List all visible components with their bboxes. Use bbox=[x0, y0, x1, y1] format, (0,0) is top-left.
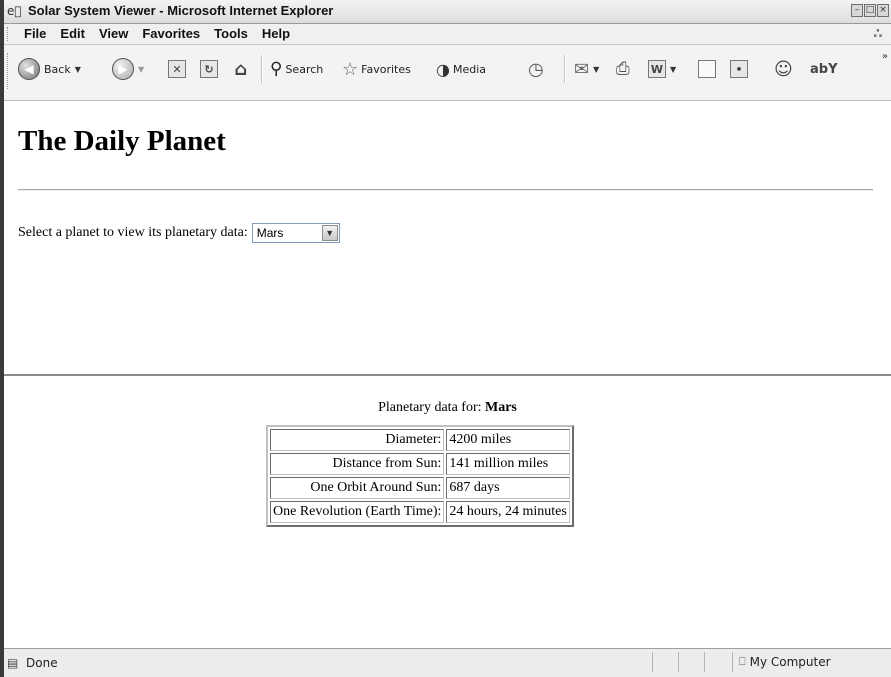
security-zone: ⎕ My Computer bbox=[732, 652, 891, 672]
edit-dropdown-icon[interactable]: ▼ bbox=[670, 65, 676, 74]
extra-toolbar-button[interactable]: abY bbox=[810, 56, 838, 82]
maximize-button[interactable]: □ bbox=[864, 4, 876, 17]
toolbar-overflow-icon[interactable]: » bbox=[882, 51, 888, 62]
status-text: Done bbox=[26, 656, 58, 670]
windows-logo-icon: ∴ bbox=[873, 26, 883, 42]
minimize-button[interactable]: – bbox=[851, 4, 863, 17]
menu-file[interactable]: File bbox=[18, 26, 52, 41]
favorites-label: Favorites bbox=[361, 62, 411, 76]
toolbar-separator bbox=[564, 55, 566, 83]
page-title: The Daily Planet bbox=[18, 125, 226, 157]
mail-button[interactable]: ✉ ▼ bbox=[574, 56, 599, 82]
title-bar: e⃝ Solar System Viewer - Microsoft Inter… bbox=[4, 0, 891, 24]
planet-select[interactable]: Mars ▼ bbox=[251, 223, 340, 243]
toolbar-separator bbox=[261, 55, 263, 83]
history-button[interactable]: ◷ bbox=[528, 56, 544, 82]
back-arrow-icon: ◀ bbox=[18, 58, 40, 80]
status-pane bbox=[678, 652, 704, 672]
media-icon: ◑ bbox=[436, 59, 450, 79]
window-title: Solar System Viewer - Microsoft Internet… bbox=[28, 3, 334, 18]
refresh-button[interactable]: ↻ bbox=[200, 56, 218, 82]
planet-select-row: Select a planet to view its planetary da… bbox=[18, 223, 340, 243]
star-icon: ☆ bbox=[342, 58, 359, 80]
zone-label: My Computer bbox=[749, 655, 831, 669]
refresh-icon: ↻ bbox=[200, 60, 218, 78]
row-label: One Revolution (Earth Time): bbox=[270, 501, 445, 523]
messenger-button[interactable]: • bbox=[730, 56, 748, 82]
discuss-button[interactable] bbox=[698, 56, 716, 82]
table-row: One Revolution (Earth Time): 24 hours, 2… bbox=[270, 501, 570, 523]
bottom-frame: Planetary data for: Mars Diameter: 4200 … bbox=[4, 376, 891, 648]
back-button[interactable]: ◀ Back ▼ bbox=[18, 56, 81, 82]
status-pane bbox=[704, 652, 730, 672]
search-label: Search bbox=[285, 62, 324, 76]
ie-icon: e⃝ bbox=[7, 4, 22, 18]
back-label: Back bbox=[44, 62, 71, 76]
menu-edit[interactable]: Edit bbox=[54, 26, 91, 41]
extra-toolbar-label: abY bbox=[810, 61, 838, 77]
discuss-icon bbox=[698, 60, 716, 78]
top-frame: The Daily Planet Select a planet to view… bbox=[4, 101, 891, 376]
edit-button[interactable]: W ▼ bbox=[648, 56, 676, 82]
messenger-icon: • bbox=[730, 60, 748, 78]
data-heading-planet: Mars bbox=[485, 400, 517, 415]
media-label: Media bbox=[452, 62, 487, 76]
toolbar: ◀ Back ▼ ▶ ▼ ✕ ↻ ⌂ ⚲ Search ☆ Favorites … bbox=[4, 45, 891, 101]
history-icon: ◷ bbox=[528, 58, 544, 80]
menu-grip[interactable] bbox=[7, 27, 10, 41]
forward-button[interactable]: ▶ ▼ bbox=[112, 56, 144, 82]
planetary-data-table: Diameter: 4200 miles Distance from Sun: … bbox=[266, 425, 574, 527]
word-icon: W bbox=[648, 60, 666, 78]
search-button[interactable]: ⚲ Search bbox=[270, 56, 323, 82]
mail-dropdown-icon[interactable]: ▼ bbox=[593, 65, 599, 74]
table-row: Distance from Sun: 141 million miles bbox=[270, 453, 570, 475]
media-button[interactable]: ◑ Media bbox=[436, 56, 486, 82]
row-value: 24 hours, 24 minutes bbox=[446, 501, 570, 523]
window-controls: – □ × bbox=[851, 4, 889, 17]
horizontal-rule bbox=[18, 189, 873, 191]
menu-tools[interactable]: Tools bbox=[208, 26, 254, 41]
row-value: 4200 miles bbox=[446, 429, 570, 451]
menu-view[interactable]: View bbox=[93, 26, 134, 41]
chevron-down-icon[interactable]: ▼ bbox=[321, 225, 338, 241]
stop-button[interactable]: ✕ bbox=[168, 56, 186, 82]
computer-icon: ⎕ bbox=[739, 655, 746, 668]
research-icon: ☺ bbox=[774, 58, 793, 80]
home-icon: ⌂ bbox=[234, 58, 248, 80]
status-bar: ▤ Done ⎕ My Computer bbox=[4, 648, 891, 677]
toolbar-grip[interactable] bbox=[7, 53, 10, 89]
page-status-icon: ▤ bbox=[7, 656, 19, 670]
row-label: One Orbit Around Sun: bbox=[270, 477, 445, 499]
back-dropdown-icon[interactable]: ▼ bbox=[75, 65, 81, 74]
row-value: 687 days bbox=[446, 477, 570, 499]
menu-favorites[interactable]: Favorites bbox=[136, 26, 206, 41]
browser-window: e⃝ Solar System Viewer - Microsoft Inter… bbox=[0, 0, 891, 677]
mail-icon: ✉ bbox=[574, 58, 590, 80]
menu-help[interactable]: Help bbox=[256, 26, 296, 41]
stop-icon: ✕ bbox=[168, 60, 186, 78]
forward-dropdown-icon[interactable]: ▼ bbox=[138, 65, 144, 74]
row-label: Diameter: bbox=[270, 429, 445, 451]
planetary-data-heading: Planetary data for: Mars bbox=[4, 400, 891, 416]
home-button[interactable]: ⌂ bbox=[232, 56, 250, 82]
favorites-button[interactable]: ☆ Favorites bbox=[342, 56, 411, 82]
search-icon: ⚲ bbox=[270, 59, 283, 79]
status-pane bbox=[652, 652, 678, 672]
data-heading-prefix: Planetary data for: bbox=[378, 400, 482, 415]
table-row: One Orbit Around Sun: 687 days bbox=[270, 477, 570, 499]
status-panes bbox=[652, 652, 730, 672]
planet-select-label: Select a planet to view its planetary da… bbox=[18, 225, 248, 240]
planet-select-value: Mars bbox=[256, 226, 284, 240]
menu-bar: File Edit View Favorites Tools Help ∴ bbox=[4, 24, 891, 45]
close-button[interactable]: × bbox=[877, 4, 889, 17]
forward-arrow-icon: ▶ bbox=[112, 58, 134, 80]
row-value: 141 million miles bbox=[446, 453, 570, 475]
research-button[interactable]: ☺ bbox=[774, 56, 793, 82]
print-button[interactable]: ⎙ bbox=[616, 56, 630, 82]
row-label: Distance from Sun: bbox=[270, 453, 445, 475]
print-icon: ⎙ bbox=[616, 59, 630, 79]
table-row: Diameter: 4200 miles bbox=[270, 429, 570, 451]
